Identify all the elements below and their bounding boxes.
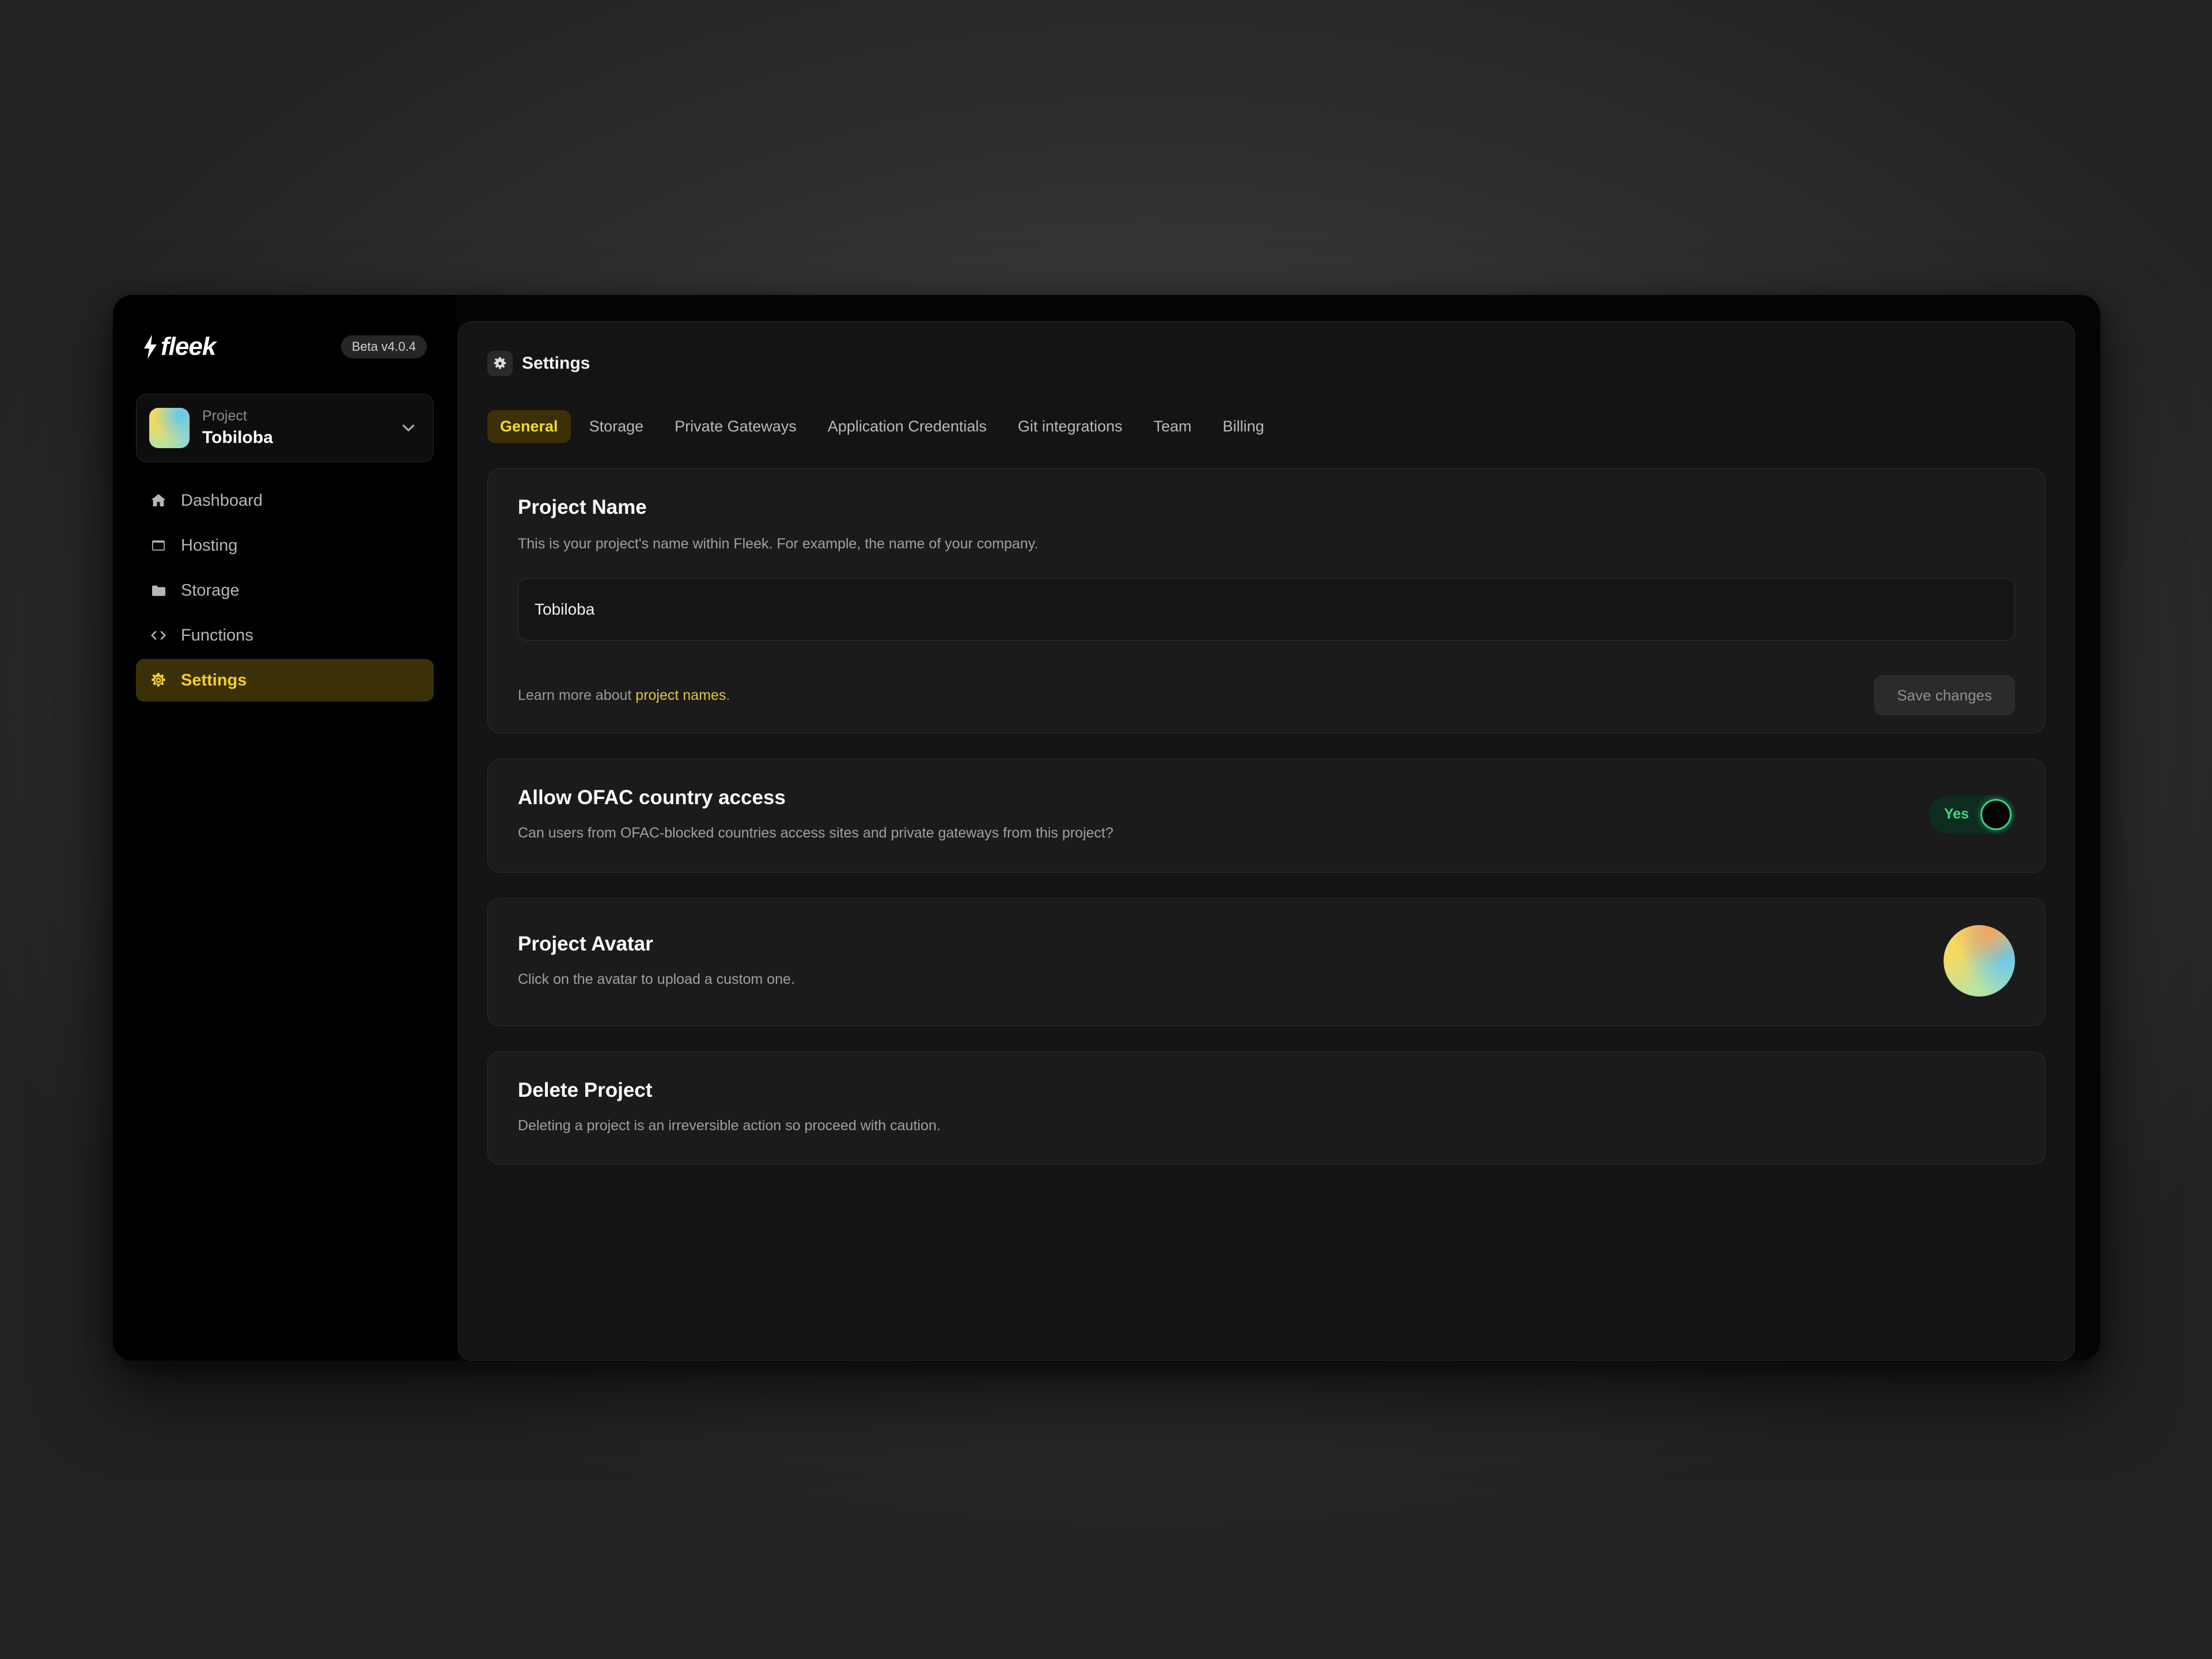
settings-cards: Project Name This is your project's name…	[487, 468, 2046, 1360]
sidebar-item-label: Hosting	[181, 536, 238, 555]
card-title: Allow OFAC country access	[518, 786, 786, 809]
lightning-bolt-icon	[144, 335, 157, 359]
card-description: Deleting a project is an irreversible ac…	[518, 1117, 941, 1134]
gear-icon	[149, 671, 168, 690]
sidebar-item-functions[interactable]: Functions	[136, 614, 434, 657]
ofac-toggle[interactable]: Yes	[1929, 795, 2015, 834]
code-brackets-icon	[149, 626, 168, 645]
sidebar-item-label: Settings	[181, 671, 247, 690]
project-name-card: Project Name This is your project's name…	[487, 468, 2046, 733]
panel-header: Settings	[487, 347, 2046, 380]
card-description: Can users from OFAC-blocked countries ac…	[518, 824, 1113, 841]
home-icon	[149, 491, 168, 510]
project-avatar-card: Project Avatar Click on the avatar to up…	[487, 897, 2046, 1026]
learn-more-prefix: Learn more about	[518, 687, 636, 703]
toggle-knob	[1980, 798, 2012, 830]
ofac-toggle-label: Yes	[1944, 806, 1969, 823]
app-window: fleek Beta v4.0.4 Project Tobiloba Dashb…	[113, 295, 2100, 1361]
project-name-input[interactable]	[518, 578, 2015, 641]
project-selector-name: Tobiloba	[202, 428, 273, 448]
project-avatar-thumbnail	[149, 408, 190, 448]
tab-team[interactable]: Team	[1141, 410, 1205, 443]
tab-application-credentials[interactable]: Application Credentials	[815, 410, 999, 443]
project-names-link[interactable]: project names	[635, 687, 726, 703]
card-description: This is your project's name within Fleek…	[518, 536, 1039, 552]
ofac-card: Allow OFAC country access Can users from…	[487, 758, 2046, 873]
tab-private-gateways[interactable]: Private Gateways	[662, 410, 809, 443]
beta-version-badge: Beta v4.0.4	[340, 335, 427, 358]
project-selector[interactable]: Project Tobiloba	[136, 394, 434, 462]
main-area: Settings General Storage Private Gateway…	[457, 295, 2100, 1361]
project-selector-meta: Project Tobiloba	[202, 407, 386, 449]
delete-row: Delete Project Deleting a project is an …	[488, 1052, 2045, 1165]
sidebar-item-label: Storage	[181, 581, 240, 600]
card-title: Project Avatar	[518, 932, 653, 955]
sidebar-nav: Dashboard Hosting Storage Functions Sett…	[136, 479, 434, 702]
gear-icon	[487, 351, 513, 376]
avatar-text: Project Avatar Click on the avatar to up…	[518, 932, 795, 990]
fleek-logo[interactable]: fleek	[143, 332, 216, 361]
card-description: Click on the avatar to upload a custom o…	[518, 971, 795, 987]
sidebar-item-settings[interactable]: Settings	[136, 659, 434, 702]
settings-panel: Settings General Storage Private Gateway…	[458, 321, 2075, 1361]
sidebar: fleek Beta v4.0.4 Project Tobiloba Dashb…	[113, 295, 457, 1361]
page-title: Settings	[522, 354, 590, 373]
ofac-row: Allow OFAC country access Can users from…	[488, 759, 2045, 872]
sidebar-item-label: Dashboard	[181, 491, 263, 510]
brand-row: fleek Beta v4.0.4	[136, 321, 434, 368]
folder-icon	[149, 581, 168, 600]
sidebar-item-storage[interactable]: Storage	[136, 569, 434, 612]
project-name-footer: Learn more about project names. Save cha…	[488, 658, 2045, 733]
project-selector-label: Project	[202, 407, 247, 424]
logo-text: fleek	[161, 332, 216, 361]
ofac-text: Allow OFAC country access Can users from…	[518, 786, 1113, 843]
card-title: Delete Project	[518, 1078, 653, 1101]
delete-project-card: Delete Project Deleting a project is an …	[487, 1051, 2046, 1165]
learn-more-text: Learn more about project names.	[518, 687, 730, 704]
avatar[interactable]	[1944, 925, 2015, 997]
learn-more-suffix: .	[726, 687, 730, 703]
delete-text: Delete Project Deleting a project is an …	[518, 1078, 941, 1136]
settings-tabs: General Storage Private Gateways Applica…	[487, 407, 2046, 445]
save-changes-button[interactable]: Save changes	[1874, 675, 2015, 716]
tab-general[interactable]: General	[487, 410, 571, 443]
project-name-body: Project Name This is your project's name…	[488, 469, 2045, 641]
card-title: Project Name	[518, 496, 647, 518]
avatar-row: Project Avatar Click on the avatar to up…	[488, 899, 2045, 1025]
tab-storage[interactable]: Storage	[577, 410, 657, 443]
window-icon	[149, 536, 168, 555]
sidebar-item-dashboard[interactable]: Dashboard	[136, 479, 434, 522]
sidebar-item-hosting[interactable]: Hosting	[136, 524, 434, 567]
tab-git-integrations[interactable]: Git integrations	[1005, 410, 1135, 443]
sidebar-item-label: Functions	[181, 626, 253, 645]
tab-billing[interactable]: Billing	[1210, 410, 1277, 443]
chevron-down-icon	[402, 425, 415, 431]
